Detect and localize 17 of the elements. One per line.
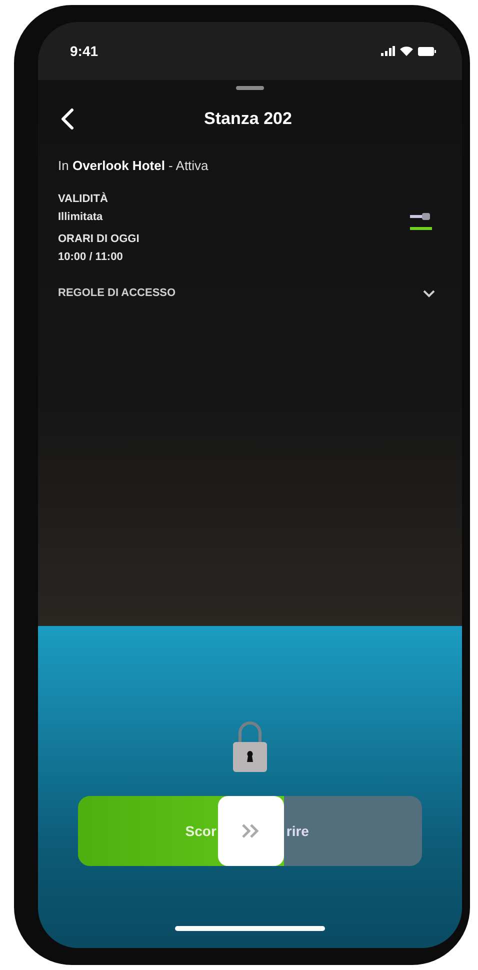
chevron-icon[interactable] xyxy=(422,288,436,298)
detail-label: ORARI DI OGGI xyxy=(58,233,140,245)
sheet-handle[interactable] xyxy=(236,86,264,90)
signal-icon xyxy=(381,46,395,56)
status-time: 9:41 xyxy=(70,43,98,59)
screen-title: Stanza 202 xyxy=(203,109,293,129)
detail-label: VALIDITÀ xyxy=(58,193,109,205)
unlock-slider[interactable]: Scor rire xyxy=(78,796,422,866)
wifi-icon xyxy=(400,46,413,56)
slider-label: rire xyxy=(286,822,309,841)
slider-thumb[interactable] xyxy=(218,796,284,866)
access-rules-label[interactable]: REGOLE DI ACCESSO xyxy=(58,287,176,299)
battery-icon xyxy=(418,46,436,56)
room-subtitle: In Overlook Hotel - Attiva xyxy=(58,158,210,173)
slider-label: Scor xyxy=(185,822,216,841)
detail-value: 10:00 / 11:00 xyxy=(58,251,124,263)
detail-value: Illimitata xyxy=(58,211,104,223)
